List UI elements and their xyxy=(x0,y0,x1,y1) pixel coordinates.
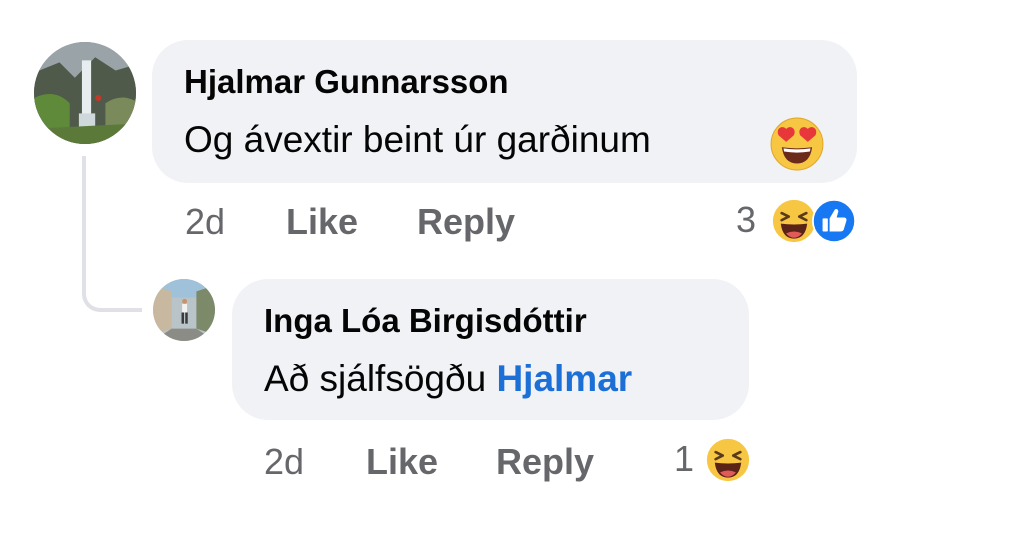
reply-text-content: Að sjálfsögðu xyxy=(264,358,487,399)
laugh-reaction-icon xyxy=(706,438,750,482)
reply-timestamp[interactable]: 2d xyxy=(264,441,304,483)
comment-bubble xyxy=(152,40,857,183)
reply-button[interactable]: Reply xyxy=(496,441,594,483)
like-reaction-icon xyxy=(812,199,856,243)
thread-connector-line xyxy=(82,156,142,312)
reply-text: Að sjálfsögðu Hjalmar xyxy=(264,358,632,400)
avatar[interactable] xyxy=(34,42,136,144)
heart-eyes-emoji-icon xyxy=(770,117,824,171)
avatar[interactable] xyxy=(153,279,215,341)
laugh-reaction-icon xyxy=(772,199,816,243)
mention-link[interactable]: Hjalmar xyxy=(496,358,632,399)
reaction-count[interactable]: 3 xyxy=(736,199,756,241)
comment-text: Og ávextir beint úr garðinum xyxy=(184,119,651,161)
reply-button[interactable]: Reply xyxy=(417,201,515,243)
like-button[interactable]: Like xyxy=(286,201,358,243)
comment-text-content: Og ávextir beint úr garðinum xyxy=(184,119,651,160)
comment-timestamp[interactable]: 2d xyxy=(185,201,225,243)
reaction-count[interactable]: 1 xyxy=(674,438,694,480)
comment-thread: Hjalmar Gunnarsson Og ávextir beint úr g… xyxy=(0,0,1031,534)
like-button[interactable]: Like xyxy=(366,441,438,483)
comment-author[interactable]: Hjalmar Gunnarsson xyxy=(184,63,509,101)
street-photo-avatar-image xyxy=(153,279,215,341)
reply-author[interactable]: Inga Lóa Birgisdóttir xyxy=(264,302,587,340)
waterfall-photo-avatar-image xyxy=(34,42,136,144)
